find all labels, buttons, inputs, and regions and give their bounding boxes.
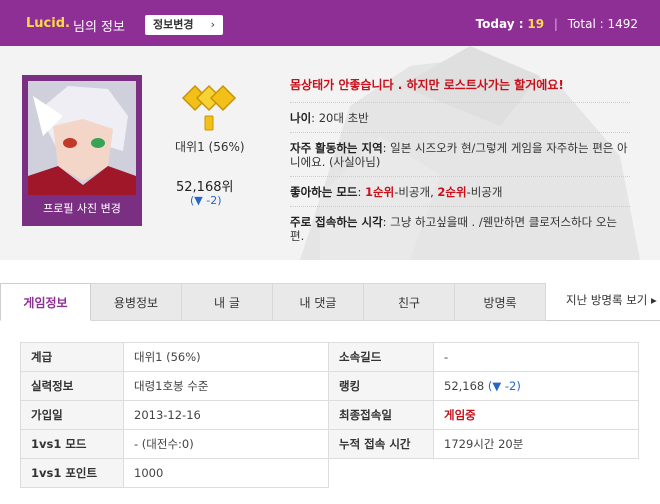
join-date-value: 2013-12-16 — [123, 400, 329, 430]
mode-second-rest: -비공개 — [466, 185, 503, 199]
tab-my-posts[interactable]: 내 글 — [182, 283, 273, 321]
rank-number: 52,168위 — [176, 180, 234, 195]
rank-value: 대위1 (56%) — [123, 342, 329, 372]
region-key: 자주 활동하는 지역 — [290, 141, 383, 155]
edit-info-button[interactable]: 정보변경 › — [145, 15, 223, 35]
info-age: 나이: 20대 초반 — [290, 103, 630, 133]
stats-separator: | — [553, 17, 558, 31]
username-suffix: 님의 정보 — [73, 20, 125, 35]
tab-friends[interactable]: 친구 — [364, 283, 455, 321]
rank-change: (▼ -2) — [190, 194, 222, 207]
guild-value: - — [433, 342, 639, 372]
last-login-value: 게임중 — [444, 408, 476, 422]
info-region: 자주 활동하는 지역: 일본 시즈오카 현/그렇게 게임을 자주하는 편은 아니… — [290, 133, 630, 177]
guild-header: 소속길드 — [328, 342, 434, 372]
points-1v1-value: 1000 — [123, 458, 329, 488]
profile-tabs: 게임정보 용병정보 내 글 내 댓글 친구 방명록 — [0, 283, 660, 321]
age-value: : 20대 초반 — [311, 111, 369, 125]
skill-value: 대령1호봉 수준 — [123, 371, 329, 401]
rank-header: 계급 — [20, 342, 124, 372]
profile-panel: 프로필 사진 변경 대위1 (56%) 52,168위 (▼ -2) 몸상태가 … — [0, 46, 660, 260]
points-1v1-header: 1vs1 포인트 — [20, 458, 124, 488]
join-date-header: 가입일 — [20, 400, 124, 430]
edit-info-label: 정보변경 — [153, 18, 194, 31]
profile-motto: 몸상태가 안좋습니다 . 하지만 로스트사가는 할거에요! — [290, 76, 630, 103]
ranking-value: 52,168 — [444, 379, 485, 393]
mode-first: 1순위 — [365, 185, 395, 199]
info-mode: 좋아하는 모드: 1순위-비공개, 2순위-비공개 — [290, 177, 630, 207]
mode-first-rest: -비공개, — [394, 185, 438, 199]
mode-1v1-header: 1vs1 모드 — [20, 429, 124, 459]
visit-stats: Today : 19 | Total : 1492 — [476, 17, 638, 31]
tab-guestbook[interactable]: 방명록 — [455, 283, 546, 321]
last-login-header: 최종접속일 — [328, 400, 434, 430]
empty-cell — [328, 458, 434, 488]
ranking-cell: 52,168 (▼ -2) — [433, 371, 639, 401]
table-row: 계급 대위1 (56%) 소속길드 - — [20, 342, 639, 372]
ranking-change: (▼ -2) — [487, 379, 521, 393]
table-row: 실력정보 대령1호봉 수준 랭킹 52,168 (▼ -2) — [20, 371, 639, 401]
mode-key: 좋아하는 모드 — [290, 185, 358, 199]
total-time-value: 1729시간 20분 — [433, 429, 639, 459]
mode-second: 2순위 — [437, 185, 467, 199]
mode-1v1-value: - (대전수:0) — [123, 429, 329, 459]
age-key: 나이 — [290, 111, 312, 125]
time-key: 주로 접속하는 시각 — [290, 215, 383, 229]
rank-label: 대위1 (56%) — [175, 140, 245, 154]
skill-header: 실력정보 — [20, 371, 124, 401]
total-count: Total : 1492 — [567, 17, 638, 31]
profile-info: 몸상태가 안좋습니다 . 하지만 로스트사가는 할거에요! 나이: 20대 초반… — [290, 76, 630, 250]
tab-my-comments[interactable]: 내 댓글 — [273, 283, 364, 321]
info-time: 주로 접속하는 시각: 그냥 하고싶을때 . /웬만하면 클로저스하다 오는편. — [290, 207, 630, 250]
today-count: 19 — [527, 17, 545, 31]
table-row: 가입일 2013-12-16 최종접속일 게임중 — [20, 400, 639, 430]
avatar-frame: 프로필 사진 변경 — [22, 75, 142, 226]
change-photo-button[interactable]: 프로필 사진 변경 — [32, 199, 132, 219]
avatar — [28, 81, 136, 195]
total-time-header: 누적 접속 시간 — [328, 429, 434, 459]
rank-badge-icon — [181, 84, 237, 131]
empty-cell — [433, 458, 639, 488]
mode-colon: : — [357, 185, 366, 199]
today-label: Today : — [475, 17, 524, 31]
last-login-cell: 게임중 — [433, 400, 639, 430]
profile-header: Lucid. 님의 정보 정보변경 › Today : 19 | Total :… — [0, 0, 660, 46]
game-info-table: 계급 대위1 (56%) 소속길드 - 실력정보 대령1호봉 수준 랭킹 52,… — [20, 342, 639, 488]
tab-mercenary[interactable]: 용병정보 — [91, 283, 182, 321]
table-row: 1vs1 포인트 1000 — [20, 458, 639, 488]
username: Lucid. — [26, 16, 70, 31]
ranking-header: 랭킹 — [328, 371, 434, 401]
past-guestbook-link[interactable]: 지난 방명록 보기 ▸ — [566, 292, 657, 308]
chevron-right-icon: › — [210, 18, 215, 31]
tab-game-info[interactable]: 게임정보 — [0, 283, 91, 321]
table-row: 1vs1 모드 - (대전수:0) 누적 접속 시간 1729시간 20분 — [20, 429, 639, 459]
